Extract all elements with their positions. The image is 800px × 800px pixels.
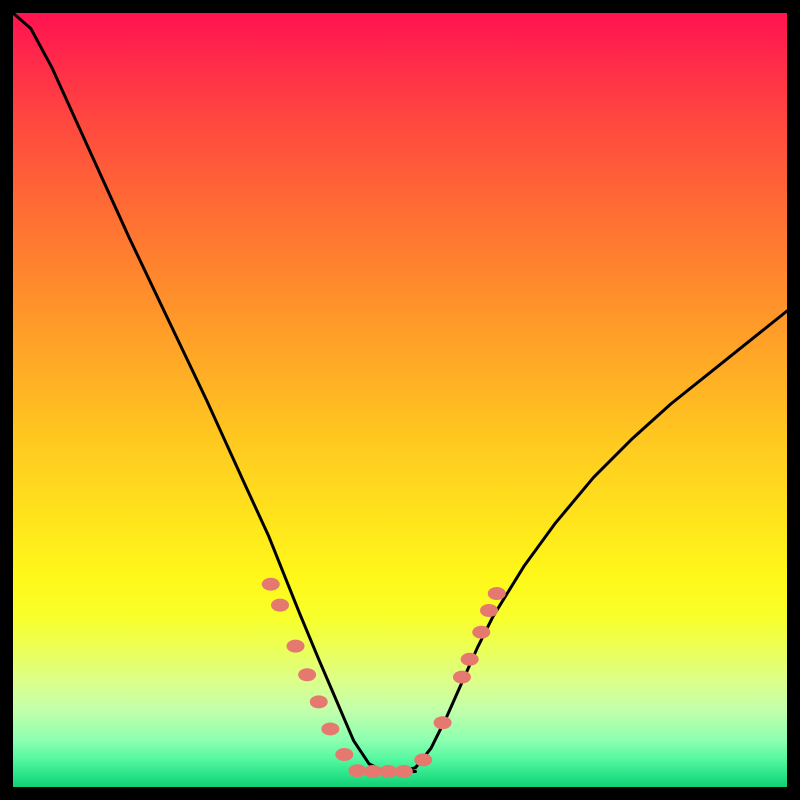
- data-point-marker: [414, 753, 432, 766]
- data-point-marker: [321, 722, 339, 735]
- chart-background-gradient: [13, 13, 787, 787]
- data-point-marker: [262, 578, 280, 591]
- data-point-marker: [379, 765, 397, 778]
- data-point-marker: [461, 653, 479, 666]
- data-point-marker: [335, 748, 353, 761]
- data-point-marker: [287, 640, 305, 653]
- chart-svg: [13, 13, 787, 787]
- data-point-marker: [472, 626, 490, 639]
- data-point-marker: [348, 764, 366, 777]
- data-point-marker: [271, 599, 289, 612]
- chart-frame: TheBottleneck.com: [0, 0, 800, 800]
- data-point-marker: [480, 604, 498, 617]
- data-point-marker: [434, 716, 452, 729]
- data-point-marker: [364, 765, 382, 778]
- data-point-marker: [488, 587, 506, 600]
- data-point-marker: [298, 668, 316, 681]
- data-point-marker: [310, 695, 328, 708]
- data-point-marker: [395, 765, 413, 778]
- data-point-marker: [453, 671, 471, 684]
